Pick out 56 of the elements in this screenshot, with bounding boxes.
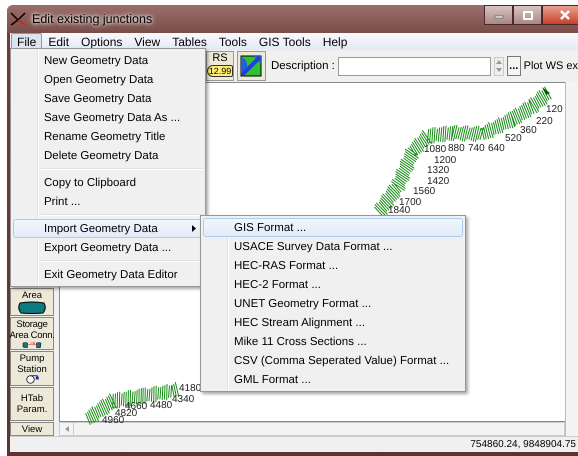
station-label: 1840: [388, 205, 410, 216]
coordinates-text: 754860.24, 9848904.75: [470, 439, 576, 450]
station-label: 1320: [427, 165, 450, 176]
map-button[interactable]: [237, 51, 266, 81]
menu-item[interactable]: GIS Tools: [252, 32, 317, 50]
menu-item[interactable]: Mike 11 Cross Sections ...: [203, 332, 463, 351]
browse-button[interactable]: ...: [506, 56, 521, 76]
menu-item[interactable]: Options: [75, 32, 128, 50]
station-label: 880: [448, 143, 465, 154]
menu-item[interactable]: Edit: [42, 32, 76, 50]
station-label: 520: [505, 133, 522, 144]
map-icon: [240, 55, 262, 77]
vertical-scrollbar[interactable]: [565, 82, 578, 436]
menu-item[interactable]: View: [128, 32, 166, 50]
station-label: 4960: [102, 415, 124, 425]
tool-button[interactable]: View: [10, 422, 54, 436]
description-label: Description :: [270, 60, 335, 72]
menu-item[interactable]: Tables: [166, 32, 213, 50]
close-button[interactable]: [542, 5, 578, 25]
station-label: 1560: [413, 186, 436, 197]
menu-item[interactable]: USACE Survey Data Format ...: [203, 237, 463, 256]
junction-icon: [10, 12, 26, 26]
maximize-icon: [522, 10, 532, 20]
menu-item[interactable]: GML Format ...: [203, 370, 463, 389]
close-icon: [559, 10, 571, 20]
station-label: 1200: [434, 155, 456, 166]
menu-item[interactable]: Import Geometry Data: [13, 219, 203, 238]
menu-item[interactable]: HEC-RAS Format ...: [203, 256, 463, 275]
river-station-button[interactable]: RS 12.99: [206, 51, 234, 81]
menu-item[interactable]: HEC-2 Format ...: [203, 275, 463, 294]
station-label: 4480: [150, 400, 172, 411]
tool-button[interactable]: Area: [10, 288, 54, 316]
menu-item[interactable]: CSV (Comma Seperated Value) Format ...: [203, 351, 463, 370]
menu-item[interactable]: Help: [316, 32, 354, 50]
menu-item[interactable]: HEC Stream Alignment ...: [203, 313, 463, 332]
station-label: 120: [546, 104, 563, 115]
station-label: 1420: [427, 176, 450, 187]
station-label: 740: [468, 143, 485, 154]
menu-item[interactable]: New Geometry Data: [13, 51, 203, 70]
storage-area-icon: [17, 301, 47, 314]
station-label: 1080: [424, 144, 446, 155]
tool-button[interactable]: Pump Station: [10, 351, 54, 386]
station-label: 4340: [172, 394, 194, 405]
submenu-arrow-icon: [192, 225, 196, 232]
window-title: Edit existing junctions: [32, 12, 154, 26]
menu-item[interactable]: UNET Geometry Format ...: [203, 294, 463, 313]
plot-label: Plot WS ex: [524, 60, 578, 72]
description-field[interactable]: [338, 56, 491, 76]
maximize-button[interactable]: [513, 5, 542, 25]
menu-item[interactable]: GIS Format ...: [203, 218, 463, 237]
station-label: 220: [536, 116, 553, 127]
menu-item[interactable]: Tools: [212, 32, 253, 50]
station-label: 360: [520, 125, 537, 136]
tool-button[interactable]: HTab Param.: [10, 387, 54, 421]
minimize-button[interactable]: [484, 5, 513, 25]
station-label: 640: [488, 143, 505, 154]
